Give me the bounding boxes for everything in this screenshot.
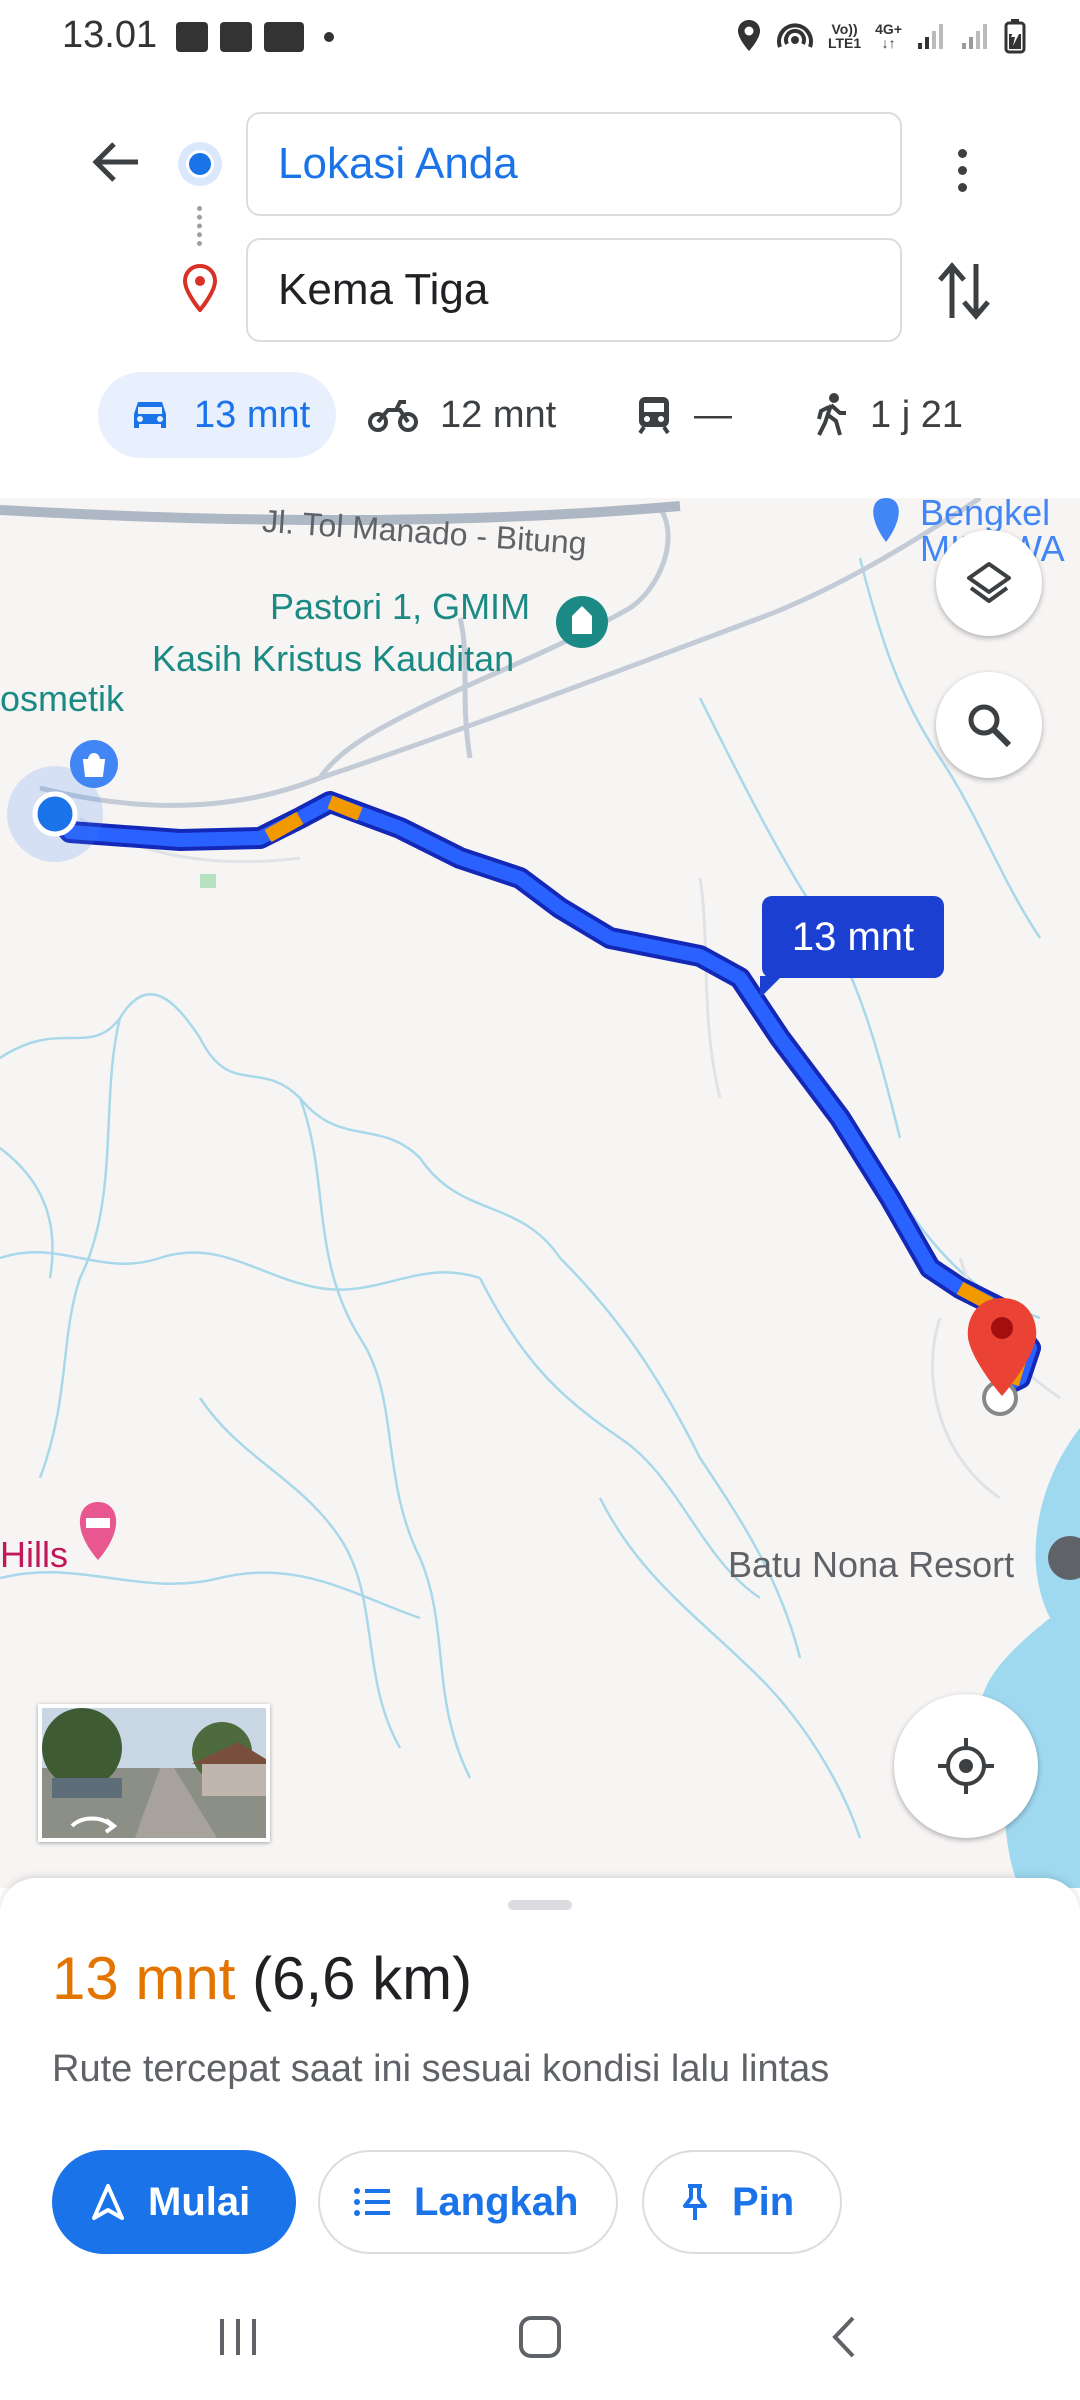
route-summary: 13 mnt (6,6 km) — [52, 1944, 472, 2013]
youtube-notification-icon — [264, 22, 304, 52]
tab-driving[interactable]: 13 mnt — [98, 372, 336, 458]
tab-driving-label: 13 mnt — [194, 393, 311, 436]
eta-callout[interactable]: 13 mnt — [760, 896, 944, 998]
motorcycle-icon — [368, 400, 418, 432]
hotspot-status-icon — [776, 23, 813, 48]
pin-button[interactable]: Pin — [642, 2150, 842, 2254]
destination-input[interactable]: Kema Tiga — [246, 238, 902, 342]
battery-icon — [1004, 19, 1026, 54]
poi-pastori-label-1: Pastori 1, GMIM — [270, 586, 531, 627]
start-button-label: Mulai — [148, 2179, 251, 2224]
route-connector-dots — [197, 206, 203, 246]
swap-directions-icon[interactable] — [934, 258, 994, 324]
walk-icon — [817, 393, 846, 436]
start-navigation-button[interactable]: Mulai — [52, 2150, 296, 2254]
my-location-button[interactable] — [894, 1694, 1038, 1838]
recent-apps-button[interactable] — [208, 2312, 268, 2362]
steps-button-label: Langkah — [414, 2179, 579, 2224]
tab-walking[interactable]: 1 j 21 — [814, 372, 963, 458]
home-button[interactable] — [510, 2312, 570, 2362]
map-canvas — [0, 498, 1080, 1888]
transit-icon — [638, 397, 670, 435]
system-back-button[interactable] — [814, 2312, 874, 2362]
volte-indicator: Vo)) LTE1 — [827, 21, 862, 51]
origin-input[interactable]: Lokasi Anda — [246, 112, 902, 216]
steps-button[interactable]: Langkah — [318, 2150, 618, 2254]
travel-mode-tabs: 13 mnt 12 mnt — 1 j 21 — [0, 372, 1080, 462]
notification-icons — [176, 22, 334, 52]
network-indicator: 4G+ ↓↑ — [875, 21, 902, 51]
chevron-back-icon — [832, 2316, 855, 2358]
street-view-image — [42, 1708, 266, 1838]
poi-hills-label: Hills — [0, 1534, 68, 1575]
tab-motorcycle[interactable]: 12 mnt — [368, 372, 556, 458]
location-status-icon — [737, 20, 760, 51]
pin-button-label: Pin — [732, 2179, 795, 2224]
poi-kosmetik-label: osmetik — [0, 678, 125, 719]
map-view[interactable]: Jl. Tol Manado - Bitung Pastori 1, GMIM … — [0, 498, 1080, 1888]
recent-apps-icon — [220, 2319, 256, 2355]
app-notification-icon — [220, 22, 252, 52]
poi-resort-label: Batu Nona Resort — [728, 1544, 1015, 1585]
signal-2-icon — [962, 24, 987, 49]
list-icon — [354, 2188, 390, 2216]
my-location-icon — [938, 1738, 994, 1794]
route-distance: (6,6 km) — [252, 1945, 473, 2012]
tab-transit-label: — — [694, 393, 732, 436]
home-icon — [519, 2316, 561, 2358]
route-duration: 13 mnt — [52, 1945, 236, 2012]
tab-motorcycle-label: 12 mnt — [440, 393, 557, 436]
destination-pin-icon — [182, 264, 218, 312]
search-icon — [968, 704, 1012, 748]
route-summary-sheet[interactable]: 13 mnt (6,6 km) Rute tercepat saat ini s… — [0, 1878, 1080, 2268]
more-options-button[interactable] — [932, 140, 992, 200]
tab-transit[interactable]: — — [636, 372, 732, 458]
arrow-back-icon — [92, 142, 138, 182]
search-along-route-button[interactable] — [936, 672, 1042, 778]
pin-icon — [683, 2184, 707, 2220]
origin-dot-icon — [178, 142, 222, 186]
status-time: 13.01 — [62, 14, 158, 56]
navigation-arrow-icon — [92, 2184, 124, 2220]
status-bar: 13.01 Vo)) LTE1 4G+ ↓↑ — [0, 0, 1080, 80]
layers-icon — [967, 562, 1011, 603]
directions-header: Lokasi Anda Kema Tiga 13 mnt 12 mnt — 1 … — [0, 80, 1080, 500]
street-view-thumbnail[interactable] — [38, 1704, 270, 1842]
tab-walking-label: 1 j 21 — [870, 393, 963, 436]
sheet-drag-handle[interactable] — [508, 1900, 572, 1910]
route-description: Rute tercepat saat ini sesuai kondisi la… — [52, 2048, 830, 2090]
poi-pastori-label-2: Kasih Kristus Kauditan — [152, 638, 515, 679]
gallery-notification-icon — [176, 22, 208, 52]
signal-1-icon — [918, 24, 943, 49]
car-icon — [134, 402, 166, 428]
more-notifications-icon — [324, 32, 334, 42]
back-button[interactable] — [82, 128, 150, 196]
system-navigation-bar — [0, 2268, 1080, 2400]
status-right-icons: Vo)) LTE1 4G+ ↓↑ — [736, 18, 1026, 54]
layers-button[interactable] — [936, 530, 1042, 636]
